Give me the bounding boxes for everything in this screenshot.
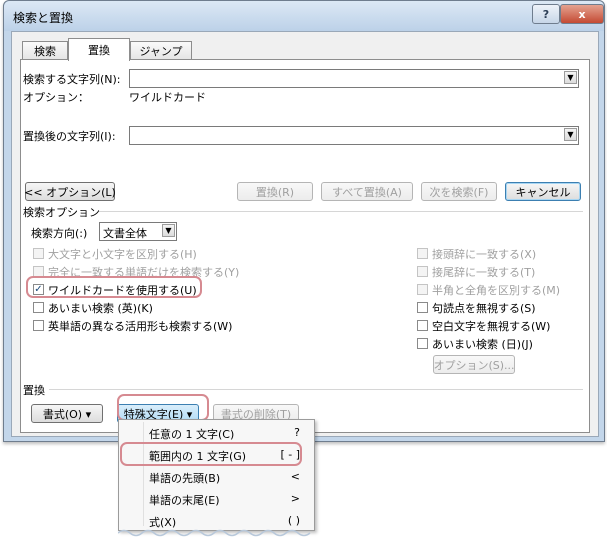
less-options-button[interactable]: << オプション(L) (24, 182, 116, 201)
sounds-like-checkbox[interactable] (33, 302, 44, 313)
find-input[interactable]: ▼ (129, 69, 579, 88)
dialog-title: 検索と置換 (13, 11, 74, 25)
menu-item-label: 範囲内の 1 文字(G) (149, 450, 247, 463)
find-next-button[interactable]: 次を検索(F) (421, 182, 497, 201)
chevron-down-icon[interactable]: ▼ (162, 224, 175, 237)
menu-item-shortcut: < (290, 470, 300, 483)
match-suffix-checkbox[interactable] (417, 266, 428, 277)
tab-goto[interactable]: ジャンプ (130, 41, 192, 60)
replace-label: 置換後の文字列(I): (23, 130, 116, 143)
direction-select[interactable]: 文書全体 ▼ (99, 222, 177, 241)
tab-goto-label: ジャンプ (139, 45, 183, 58)
help-icon: ? (542, 7, 550, 21)
menu-item-label: 任意の 1 文字(C) (149, 428, 235, 441)
sounds-like-label: あいまい検索 (英)(K) (48, 302, 153, 315)
menu-item-shortcut: > (290, 492, 300, 505)
ignore-whitespace-checkbox[interactable] (417, 320, 428, 331)
search-options-heading: 検索オプション (23, 206, 100, 219)
match-suffix-label: 接尾辞に一致する(T) (432, 266, 536, 279)
help-button[interactable]: ? (532, 4, 560, 24)
sounds-like-japanese-checkbox[interactable] (417, 338, 428, 349)
format-button[interactable]: 書式(O) ▾ (31, 404, 103, 423)
menu-item-beginning-of-word[interactable]: 単語の先頭(B) < (119, 466, 314, 488)
word-forms-label: 英単語の異なる活用形も検索する(W) (48, 320, 233, 333)
replace-button[interactable]: 置換(R) (237, 182, 313, 201)
replace-section-divider (49, 389, 583, 390)
options-button[interactable]: オプション(S)... (433, 355, 515, 374)
close-button[interactable]: x (560, 4, 604, 24)
find-label: 検索する文字列(N): (23, 73, 121, 86)
menu-item-shortcut: ( ) (287, 514, 300, 527)
torn-edge-decoration (118, 529, 311, 537)
menu-item-any-character[interactable]: 任意の 1 文字(C) ? (119, 422, 314, 444)
title-bar[interactable]: 検索と置換 ? x (4, 1, 604, 31)
word-forms-checkbox[interactable] (33, 320, 44, 331)
direction-label: 検索方向(:) (31, 227, 88, 240)
menu-item-label: 単語の末尾(E) (149, 494, 220, 507)
sounds-like-japanese-label: あいまい検索 (日)(J) (432, 338, 533, 351)
tab-replace-label: 置換 (88, 44, 110, 57)
chevron-down-icon[interactable]: ▼ (564, 128, 577, 141)
wildcards-checkbox[interactable]: ✓ (33, 284, 44, 295)
ignore-punctuation-checkbox[interactable] (417, 302, 428, 313)
match-prefix-checkbox[interactable] (417, 248, 428, 259)
menu-item-label: 単語の先頭(B) (149, 472, 221, 485)
options-value: ワイルドカード (129, 91, 206, 104)
match-case-checkbox[interactable] (33, 248, 44, 259)
direction-select-value: 文書全体 (103, 227, 147, 240)
match-width-checkbox[interactable] (417, 284, 428, 295)
chevron-down-icon[interactable]: ▼ (564, 71, 577, 84)
whole-word-label: 完全に一致する単語だけを検索する(Y) (48, 266, 240, 279)
close-icon: x (578, 7, 586, 21)
replace-section-heading: 置換 (23, 384, 45, 397)
dialog-client-area: 検索 置換 ジャンプ 検索する文字列(N): ▼ オプション： ワイルドカード … (11, 31, 599, 437)
tab-find-label: 検索 (34, 45, 56, 58)
options-label: オプション： (23, 91, 89, 104)
wildcards-label: ワイルドカードを使用する(U) (48, 284, 197, 297)
match-case-label: 大文字と小文字を区別する(H) (48, 248, 197, 261)
menu-item-shortcut: [ - ] (280, 448, 300, 461)
whole-word-checkbox[interactable] (33, 266, 44, 277)
menu-item-shortcut: ? (294, 426, 300, 439)
replace-input[interactable]: ▼ (129, 126, 579, 145)
find-replace-dialog: 検索と置換 ? x 検索 置換 ジャンプ 検索する文字列(N): ▼ オプション… (3, 0, 605, 442)
replace-tab-panel: 検索する文字列(N): ▼ オプション： ワイルドカード 置換後の文字列(I):… (20, 59, 590, 433)
ignore-whitespace-label: 空白文字を無視する(W) (432, 320, 551, 333)
tab-replace[interactable]: 置換 (68, 38, 130, 61)
special-characters-menu: 任意の 1 文字(C) ? 範囲内の 1 文字(G) [ - ] 単語の先頭(B… (118, 419, 315, 531)
replace-all-button[interactable]: すべて置換(A) (321, 182, 413, 201)
menu-item-character-in-range[interactable]: 範囲内の 1 文字(G) [ - ] (119, 444, 314, 466)
menu-item-end-of-word[interactable]: 単語の末尾(E) > (119, 488, 314, 510)
ignore-punctuation-label: 句読点を無視する(S) (432, 302, 536, 315)
tab-find[interactable]: 検索 (22, 41, 68, 60)
match-prefix-label: 接頭辞に一致する(X) (432, 248, 537, 261)
search-options-divider (99, 211, 583, 212)
match-width-label: 半角と全角を区別する(M) (432, 284, 561, 297)
cancel-button[interactable]: キャンセル (505, 182, 581, 201)
